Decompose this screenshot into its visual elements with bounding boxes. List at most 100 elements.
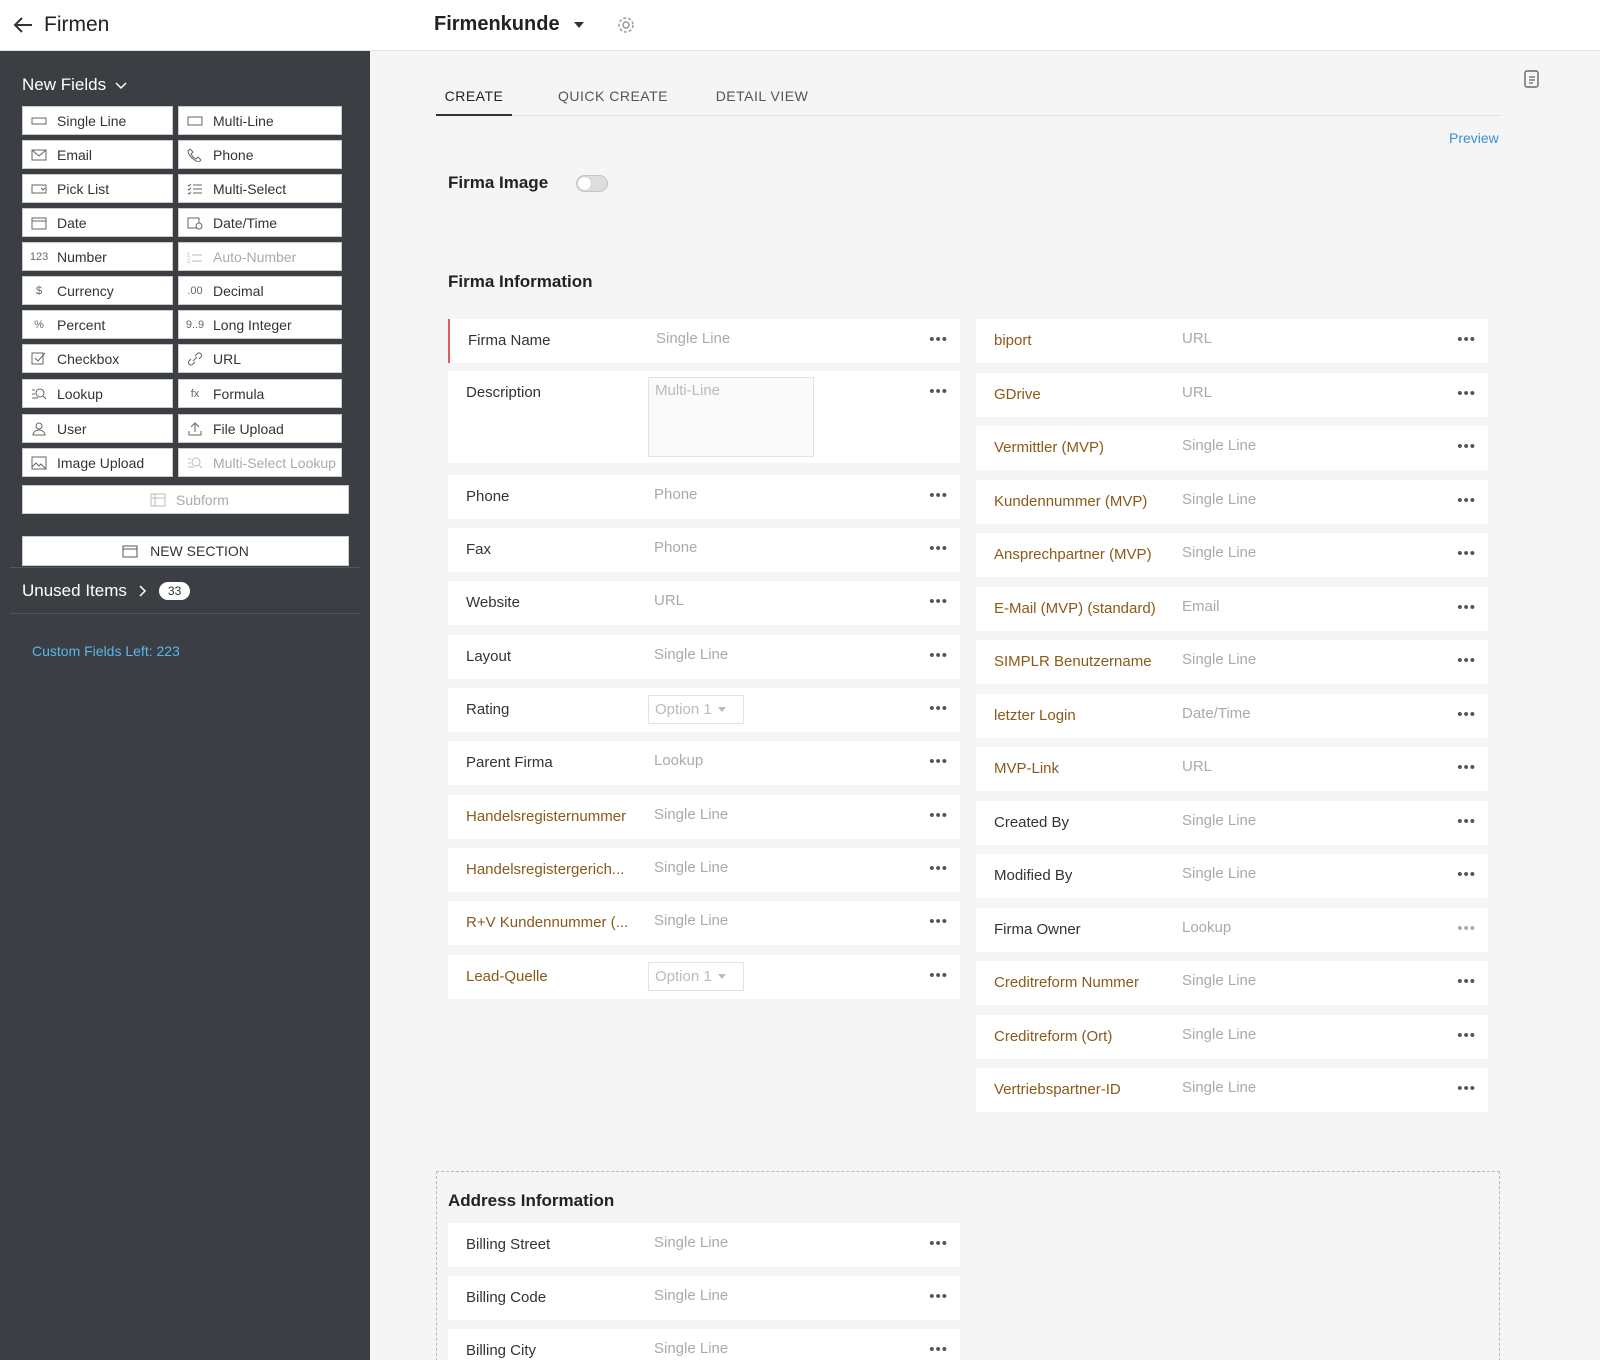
tab-quick-create[interactable]: QUICK CREATE — [554, 86, 672, 116]
more-options-icon[interactable]: ••• — [1457, 920, 1476, 937]
more-options-icon[interactable]: ••• — [929, 1235, 948, 1252]
field-row[interactable]: MVP-Link URL ••• — [976, 747, 1488, 791]
more-options-icon[interactable]: ••• — [1457, 1027, 1476, 1044]
more-options-icon[interactable]: ••• — [1457, 1080, 1476, 1097]
field-multi-select-lookup-button[interactable]: Multi-Select Lookup — [178, 448, 342, 477]
field-row[interactable]: Website URL ••• — [448, 581, 960, 625]
more-options-icon[interactable]: ••• — [929, 540, 948, 557]
field-phone-button[interactable]: Phone — [178, 140, 342, 169]
gear-icon[interactable] — [616, 15, 636, 35]
new-section-button[interactable]: NEW SECTION — [22, 536, 349, 566]
field-row[interactable]: Fax Phone ••• — [448, 528, 960, 572]
field-row[interactable]: Billing Street Single Line ••• — [448, 1223, 960, 1267]
more-options-icon[interactable]: ••• — [929, 593, 948, 610]
field-row[interactable]: Layout Single Line ••• — [448, 635, 960, 679]
more-options-icon[interactable]: ••• — [1457, 652, 1476, 669]
field-row-label: Fax — [466, 541, 492, 558]
firma-image-toggle[interactable] — [576, 174, 609, 192]
more-options-icon[interactable]: ••• — [1457, 706, 1476, 723]
more-options-icon[interactable]: ••• — [929, 331, 948, 348]
field-row[interactable]: Creditreform (Ort) Single Line ••• — [976, 1014, 1488, 1059]
document-icon[interactable] — [1523, 69, 1541, 89]
more-options-icon[interactable]: ••• — [1457, 492, 1476, 509]
field-formula-button[interactable]: fx Formula — [178, 379, 342, 408]
preview-link[interactable]: Preview — [1449, 130, 1499, 146]
field-row[interactable]: Firma Owner Lookup ••• — [976, 907, 1488, 952]
field-pick-list-button[interactable]: Pick List — [22, 174, 173, 203]
field-row[interactable]: R+V Kundennummer (... Single Line ••• — [448, 901, 960, 945]
field-file-upload-button[interactable]: File Upload — [178, 414, 342, 443]
more-options-icon[interactable]: ••• — [929, 967, 948, 984]
field-user-button[interactable]: User — [22, 414, 173, 443]
field-row[interactable]: Handelsregisternummer Single Line ••• — [448, 795, 960, 839]
field-currency-button[interactable]: $ Currency — [22, 276, 173, 305]
field-row[interactable]: biport URL ••• — [976, 319, 1488, 363]
field-decimal-button[interactable]: .00 Decimal — [178, 276, 342, 305]
back-button[interactable]: Firmen — [12, 13, 109, 37]
field-row[interactable]: Phone Phone ••• — [448, 475, 960, 519]
field-checkbox-button[interactable]: Checkbox — [22, 344, 173, 373]
field-auto-number-button[interactable]: 1 2 Auto-Number — [178, 242, 342, 271]
field-number-button[interactable]: 123 Number — [22, 242, 173, 271]
field-date-time-button[interactable]: Date/Time — [178, 208, 342, 237]
more-options-icon[interactable]: ••• — [929, 383, 948, 400]
field-row[interactable]: Kundennummer (MVP) Single Line ••• — [976, 479, 1488, 524]
field-row[interactable]: Rating Option 1 ••• — [448, 688, 960, 732]
field-row[interactable]: Creditreform Nummer Single Line ••• — [976, 961, 1488, 1005]
field-row[interactable]: Firma Name Single Line ••• — [448, 319, 960, 363]
more-options-icon[interactable]: ••• — [1457, 813, 1476, 830]
field-row[interactable]: Handelsregistergerich... Single Line ••• — [448, 848, 960, 892]
unused-items-toggle[interactable]: Unused Items 33 — [22, 581, 191, 601]
field-row[interactable]: E-Mail (MVP) (standard) Email ••• — [976, 586, 1488, 631]
field-long-integer-button[interactable]: 9..9 Long Integer — [178, 310, 342, 339]
field-multi-line-button[interactable]: Multi-Line — [178, 106, 342, 135]
date-icon — [30, 215, 48, 231]
more-options-icon[interactable]: ••• — [1457, 331, 1476, 348]
field-image-upload-button[interactable]: Image Upload — [22, 448, 173, 477]
field-row[interactable]: GDrive URL ••• — [976, 372, 1488, 417]
more-options-icon[interactable]: ••• — [1457, 545, 1476, 562]
new-fields-toggle[interactable]: New Fields — [22, 75, 128, 95]
field-row[interactable]: Parent Firma Lookup ••• — [448, 741, 960, 785]
subform-button[interactable]: Subform — [22, 485, 349, 514]
field-percent-button[interactable]: % Percent — [22, 310, 173, 339]
more-options-icon[interactable]: ••• — [929, 807, 948, 824]
field-row[interactable]: Lead-Quelle Option 1 ••• — [448, 955, 960, 999]
more-options-icon[interactable]: ••• — [929, 647, 948, 664]
more-options-icon[interactable]: ••• — [929, 1341, 948, 1358]
tab-create[interactable]: CREATE — [436, 86, 512, 116]
more-options-icon[interactable]: ••• — [929, 487, 948, 504]
field-row[interactable]: Modified By Single Line ••• — [976, 854, 1488, 898]
field-date-button[interactable]: Date — [22, 208, 173, 237]
field-url-button[interactable]: URL — [178, 344, 342, 373]
field-row[interactable]: Billing City Single Line ••• — [448, 1329, 960, 1360]
more-options-icon[interactable]: ••• — [1457, 759, 1476, 776]
more-options-icon[interactable]: ••• — [929, 1288, 948, 1305]
field-row[interactable]: Description Multi-Line ••• — [448, 371, 960, 463]
more-options-icon[interactable]: ••• — [1457, 438, 1476, 455]
more-options-icon[interactable]: ••• — [929, 753, 948, 770]
field-row-label: Layout — [466, 648, 512, 665]
field-multi-select-button[interactable]: Multi-Select — [178, 174, 342, 203]
tab-detail-view[interactable]: DETAIL VIEW — [712, 86, 812, 116]
more-options-icon[interactable]: ••• — [929, 700, 948, 717]
field-row[interactable]: Created By Single Line ••• — [976, 800, 1488, 845]
field-row[interactable]: letzter Login Date/Time ••• — [976, 693, 1488, 738]
more-options-icon[interactable]: ••• — [1457, 385, 1476, 402]
field-row[interactable]: Billing Code Single Line ••• — [448, 1276, 960, 1320]
field-single-line-button[interactable]: Single Line — [22, 106, 173, 135]
more-options-icon[interactable]: ••• — [1457, 973, 1476, 990]
field-row[interactable]: Vermittler (MVP) Single Line ••• — [976, 426, 1488, 470]
field-row[interactable]: Ansprechpartner (MVP) Single Line ••• — [976, 533, 1488, 577]
field-label: User — [57, 420, 87, 437]
field-lookup-button[interactable]: Lookup — [22, 379, 173, 408]
field-email-button[interactable]: Email — [22, 140, 173, 169]
layout-selector[interactable]: Firmenkunde — [434, 13, 636, 36]
firma-image-label: Firma Image — [448, 173, 549, 192]
more-options-icon[interactable]: ••• — [1457, 866, 1476, 883]
field-row[interactable]: Vertriebspartner-ID Single Line ••• — [976, 1068, 1488, 1112]
more-options-icon[interactable]: ••• — [1457, 599, 1476, 616]
more-options-icon[interactable]: ••• — [929, 913, 948, 930]
field-row[interactable]: SIMPLR Benutzername Single Line ••• — [976, 640, 1488, 684]
more-options-icon[interactable]: ••• — [929, 860, 948, 877]
